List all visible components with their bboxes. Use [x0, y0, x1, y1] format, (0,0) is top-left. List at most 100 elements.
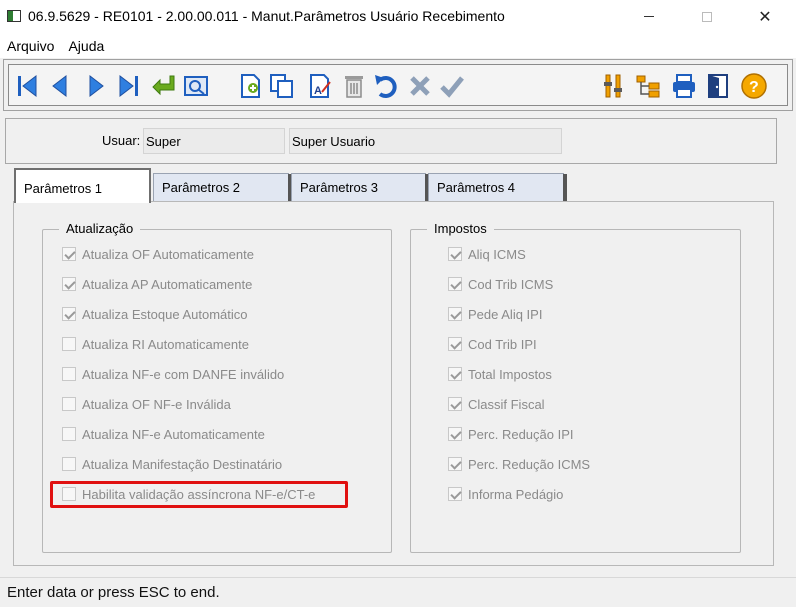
checkbox-label: Atualiza OF Automaticamente	[82, 246, 254, 262]
tab-label: Parâmetros 3	[300, 180, 379, 195]
tab-shadow	[563, 174, 567, 201]
checkbox-box[interactable]	[62, 397, 76, 411]
add-icon	[241, 74, 260, 98]
undo-icon	[375, 75, 397, 98]
menu-arquivo[interactable]: Arquivo	[0, 38, 61, 54]
delete-button[interactable]	[339, 71, 369, 101]
checkbox-atualiza-ap[interactable]: Atualiza AP Automaticamente	[62, 275, 252, 293]
first-record-icon	[18, 74, 37, 98]
checkbox-atualiza-of[interactable]: Atualiza OF Automaticamente	[62, 245, 254, 263]
confirm-icon	[440, 76, 464, 98]
checkbox-label: Pede Aliq IPI	[468, 306, 543, 322]
tools-button[interactable]	[599, 71, 629, 101]
exit-button[interactable]	[703, 71, 733, 101]
checkbox-atualiza-estoque[interactable]: Atualiza Estoque Automático	[62, 305, 248, 323]
checkbox-box[interactable]	[448, 427, 462, 441]
confirm-button[interactable]	[437, 71, 467, 101]
user-name-field[interactable]: Super Usuario	[289, 128, 562, 154]
tree-button[interactable]	[633, 71, 663, 101]
checkbox-box[interactable]	[448, 307, 462, 321]
goto-button[interactable]	[149, 71, 179, 101]
checkbox-box[interactable]	[62, 277, 76, 291]
title-bar: 06.9.5629 - RE0101 - 2.00.00.011 - Manut…	[0, 0, 796, 33]
checkbox-box[interactable]	[448, 247, 462, 261]
app-window: 06.9.5629 - RE0101 - 2.00.00.011 - Manut…	[0, 0, 796, 607]
checkbox-pede-aliq-ipi[interactable]: Pede Aliq IPI	[448, 305, 542, 323]
edit-button[interactable]: A	[305, 71, 335, 101]
checkbox-atualiza-manifestacao[interactable]: Atualiza Manifestação Destinatário	[62, 455, 282, 473]
checkbox-label: Classif Fiscal	[468, 396, 545, 412]
tab-parametros-4[interactable]: Parâmetros 4	[428, 173, 567, 201]
edit-icon: A	[310, 74, 331, 98]
checkbox-aliq-icms[interactable]: Aliq ICMS	[448, 245, 526, 263]
copy-button[interactable]	[267, 71, 297, 101]
checkbox-box[interactable]	[62, 427, 76, 441]
tab-parametros-3[interactable]: Parâmetros 3	[291, 173, 429, 201]
checkbox-label: Perc. Redução ICMS	[468, 456, 591, 472]
checkbox-atualiza-of-nfe[interactable]: Atualiza OF NF-e Inválida	[62, 395, 231, 413]
checkbox-label: Cod Trib IPI	[468, 336, 537, 352]
checkbox-atualiza-ri[interactable]: Atualiza RI Automaticamente	[62, 335, 249, 353]
checkbox-box[interactable]	[448, 277, 462, 291]
checkbox-atualiza-nfe-danfe[interactable]: Atualiza NF-e com DANFE inválido	[62, 365, 284, 383]
checkbox-perc-reducao-ipi[interactable]: Perc. Redução IPI	[448, 425, 574, 443]
last-record-button[interactable]	[113, 71, 143, 101]
checkbox-box[interactable]	[62, 337, 76, 351]
cancel-button[interactable]	[405, 71, 435, 101]
checkbox-label: Atualiza Estoque Automático	[82, 306, 248, 322]
toolbar-frame: A ?	[3, 59, 793, 111]
next-record-button[interactable]	[81, 71, 111, 101]
minimize-icon	[644, 16, 654, 17]
tab-label: Parâmetros 1	[24, 181, 103, 196]
checkbox-box[interactable]	[448, 337, 462, 351]
checkbox-box[interactable]	[62, 367, 76, 381]
checkbox-label: Cod Trib ICMS	[468, 276, 554, 292]
close-button[interactable]: ✕	[742, 0, 788, 33]
add-button[interactable]	[235, 71, 265, 101]
checkbox-atualiza-nfe[interactable]: Atualiza NF-e Automaticamente	[62, 425, 265, 443]
checkbox-box[interactable]	[448, 367, 462, 381]
checkbox-box[interactable]	[448, 397, 462, 411]
close-icon: ✕	[758, 8, 772, 26]
checkbox-label: Atualiza NF-e Automaticamente	[82, 426, 265, 442]
svg-text:A: A	[314, 85, 322, 97]
undo-button[interactable]	[371, 71, 401, 101]
exit-icon	[708, 74, 728, 98]
previous-record-button[interactable]	[45, 71, 75, 101]
checkbox-classif-fiscal[interactable]: Classif Fiscal	[448, 395, 545, 413]
copy-icon	[270, 74, 293, 98]
checkbox-label: Atualiza Manifestação Destinatário	[82, 456, 283, 472]
svg-text:?: ?	[749, 79, 759, 96]
help-icon: ?	[741, 73, 767, 99]
menu-bar: Arquivo Ajuda	[0, 33, 796, 58]
checkbox-box[interactable]	[448, 457, 462, 471]
group-legend: Atualização	[59, 221, 141, 236]
maximize-button[interactable]	[684, 0, 730, 33]
tab-parametros-1[interactable]: Parâmetros 1	[14, 168, 151, 203]
tab-label: Parâmetros 4	[437, 180, 516, 195]
search-button[interactable]	[181, 71, 211, 101]
help-button[interactable]: ?	[739, 71, 769, 101]
checkbox-box[interactable]	[448, 487, 462, 501]
checkbox-cod-trib-icms[interactable]: Cod Trib ICMS	[448, 275, 553, 293]
checkbox-informa-pedagio[interactable]: Informa Pedágio	[448, 485, 563, 503]
search-icon	[184, 76, 208, 96]
checkbox-perc-reducao-icms[interactable]: Perc. Redução ICMS	[448, 455, 590, 473]
menu-ajuda[interactable]: Ajuda	[61, 38, 111, 54]
user-code-field[interactable]: Super	[143, 128, 285, 154]
tree-icon	[636, 75, 660, 98]
goto-icon	[152, 75, 175, 96]
print-button[interactable]	[669, 71, 699, 101]
window-title: 06.9.5629 - RE0101 - 2.00.00.011 - Manut…	[28, 8, 505, 24]
checkbox-label: Informa Pedágio	[468, 486, 564, 502]
checkbox-box[interactable]	[62, 307, 76, 321]
maximize-icon	[702, 11, 712, 22]
checkbox-cod-trib-ipi[interactable]: Cod Trib IPI	[448, 335, 537, 353]
checkbox-box[interactable]	[62, 457, 76, 471]
minimize-button[interactable]	[626, 0, 672, 33]
cancel-icon	[410, 76, 430, 96]
checkbox-box[interactable]	[62, 247, 76, 261]
first-record-button[interactable]	[13, 71, 43, 101]
checkbox-total-impostos[interactable]: Total Impostos	[448, 365, 552, 383]
tab-parametros-2[interactable]: Parâmetros 2	[153, 173, 292, 201]
